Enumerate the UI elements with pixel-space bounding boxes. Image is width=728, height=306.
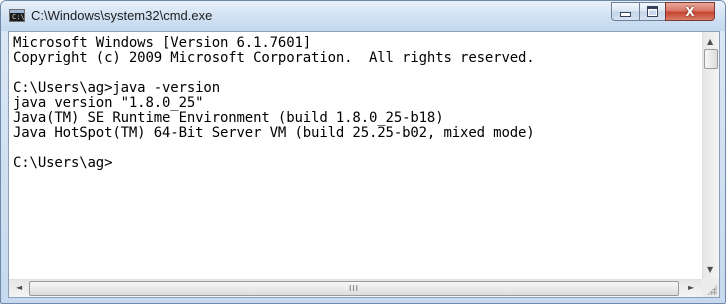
console-output[interactable]: Microsoft Windows [Version 6.1.7601] Cop… xyxy=(9,32,702,279)
console-line: C:\Users\ag> xyxy=(13,155,113,171)
minimize-button[interactable] xyxy=(611,2,640,21)
minimize-icon xyxy=(620,12,631,17)
console-line: C:\Users\ag>java -version xyxy=(13,80,220,96)
horizontal-scrollbar[interactable]: ◄ III ► xyxy=(9,279,702,297)
resize-grip-icon[interactable] xyxy=(707,285,717,295)
console-line: Java(TM) SE Runtime Environment (build 1… xyxy=(13,110,444,126)
cmd-window: C:\ C:\Windows\system32\cmd.exe X Micros… xyxy=(0,0,726,304)
scroll-grip-icon: III xyxy=(348,283,360,293)
console-client-area: Microsoft Windows [Version 6.1.7601] Cop… xyxy=(8,31,720,298)
scrollbar-corner xyxy=(702,279,719,297)
console-line: Java HotSpot(TM) 64-Bit Server VM (build… xyxy=(13,125,535,141)
scroll-down-arrow-icon[interactable]: ▼ xyxy=(707,266,713,274)
scroll-left-arrow-icon[interactable]: ◄ xyxy=(16,284,22,292)
maximize-button[interactable] xyxy=(639,2,666,21)
scroll-up-arrow-icon[interactable]: ▲ xyxy=(707,38,713,46)
scroll-right-arrow-icon[interactable]: ► xyxy=(688,284,694,292)
console-line: Copyright (c) 2009 Microsoft Corporation… xyxy=(13,50,535,66)
cmd-icon-text: C:\ xyxy=(12,13,25,21)
maximize-icon xyxy=(647,6,658,17)
vertical-scrollbar[interactable]: ▲ ▼ xyxy=(702,32,719,279)
window-title: C:\Windows\system32\cmd.exe xyxy=(31,8,213,23)
close-icon: X xyxy=(685,4,695,19)
close-button[interactable]: X xyxy=(665,2,715,21)
title-bar[interactable]: C:\ C:\Windows\system32\cmd.exe X xyxy=(1,1,725,31)
console-text: Microsoft Windows [Version 6.1.7601] Cop… xyxy=(9,32,702,171)
vertical-scroll-thumb[interactable] xyxy=(704,49,718,69)
console-line: java version "1.8.0_25" xyxy=(13,95,204,111)
horizontal-scroll-thumb[interactable]: III xyxy=(29,281,679,296)
cmd-icon[interactable]: C:\ xyxy=(9,9,25,22)
console-line: Microsoft Windows [Version 6.1.7601] xyxy=(13,35,312,51)
